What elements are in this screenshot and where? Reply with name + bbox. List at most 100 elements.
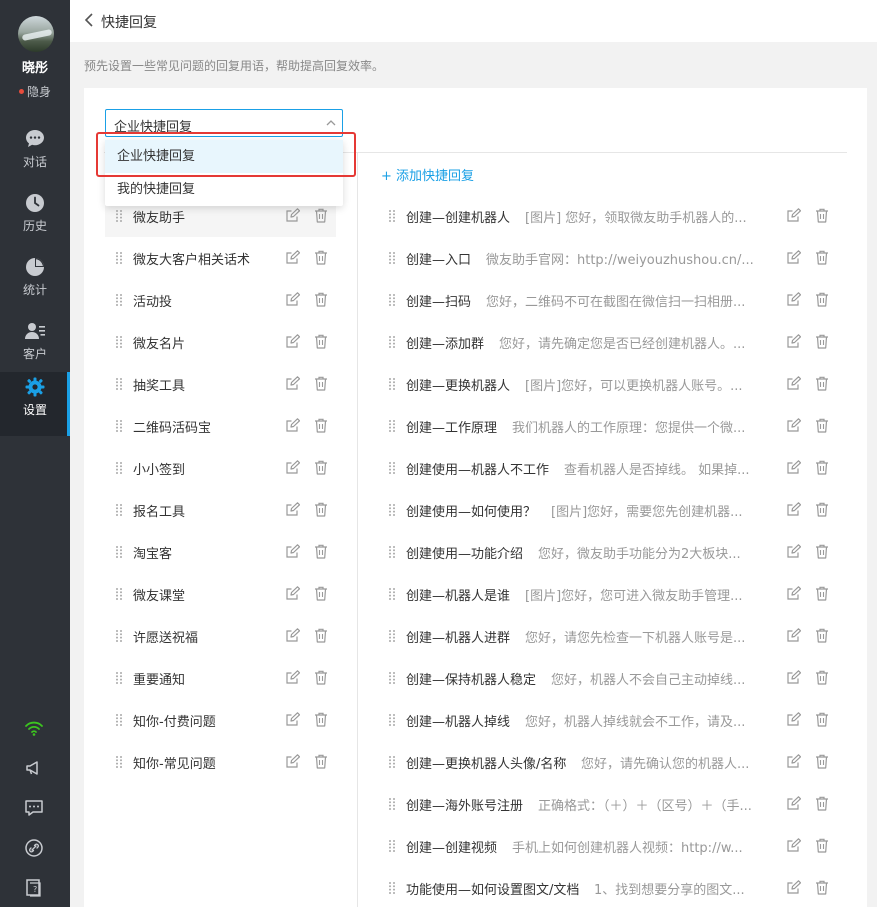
- help-icon[interactable]: ?: [24, 878, 44, 898]
- reply-row[interactable]: 创建—更换机器人头像/名称 您好，请先确认您的机器人...: [378, 741, 848, 783]
- reply-row[interactable]: 创建—扫码 您好，二维码不可在截图在微信扫一扫相册...: [378, 279, 848, 321]
- trash-icon[interactable]: [314, 418, 328, 433]
- trash-icon[interactable]: [314, 544, 328, 559]
- drag-handle-icon[interactable]: [388, 461, 396, 475]
- trash-icon[interactable]: [314, 628, 328, 643]
- nav-item-customers[interactable]: 客户: [0, 316, 70, 380]
- drag-handle-icon[interactable]: [115, 209, 123, 223]
- drag-handle-icon[interactable]: [388, 629, 396, 643]
- edit-icon[interactable]: [285, 502, 301, 517]
- category-row[interactable]: 活动投: [105, 279, 336, 321]
- trash-icon[interactable]: [815, 502, 829, 517]
- reply-row[interactable]: 创建使用—功能介绍 您好，微友助手功能分为2大板块...: [378, 531, 848, 573]
- trash-icon[interactable]: [815, 460, 829, 475]
- edit-icon[interactable]: [786, 250, 802, 265]
- drag-handle-icon[interactable]: [388, 545, 396, 559]
- chevron-left-icon[interactable]: [84, 13, 94, 27]
- edit-icon[interactable]: [786, 586, 802, 601]
- trash-icon[interactable]: [815, 880, 829, 895]
- drag-handle-icon[interactable]: [115, 629, 123, 643]
- trash-icon[interactable]: [815, 544, 829, 559]
- reply-row[interactable]: 创建使用—如何使用？ [图片]您好，需要您先创建机器...: [378, 489, 848, 531]
- edit-icon[interactable]: [786, 880, 802, 895]
- trash-icon[interactable]: [314, 208, 328, 223]
- drag-handle-icon[interactable]: [388, 755, 396, 769]
- drag-handle-icon[interactable]: [115, 587, 123, 601]
- drag-handle-icon[interactable]: [115, 293, 123, 307]
- trash-icon[interactable]: [815, 586, 829, 601]
- edit-icon[interactable]: [786, 838, 802, 853]
- drag-handle-icon[interactable]: [388, 797, 396, 811]
- add-quick-reply-link[interactable]: + 添加快捷回复: [381, 165, 474, 184]
- category-row[interactable]: 微友名片: [105, 321, 336, 363]
- reply-row[interactable]: 创建—机器人进群 您好，请您先检查一下机器人账号是...: [378, 615, 848, 657]
- edit-icon[interactable]: [786, 334, 802, 349]
- reply-row[interactable]: 创建—机器人是谁 [图片]您好，您可进入微友助手管理...: [378, 573, 848, 615]
- edit-icon[interactable]: [786, 544, 802, 559]
- edit-icon[interactable]: [285, 460, 301, 475]
- reply-row[interactable]: 创建—创建视频 手机上如何创建机器人视频：http://w...: [378, 825, 848, 867]
- category-row[interactable]: 重要通知: [105, 657, 336, 699]
- trash-icon[interactable]: [314, 334, 328, 349]
- reply-row[interactable]: 功能使用—如何设置图文/文档 1、找到想要分享的图文...: [378, 867, 848, 907]
- category-row[interactable]: 微友大客户相关话术: [105, 237, 336, 279]
- drag-handle-icon[interactable]: [115, 755, 123, 769]
- edit-icon[interactable]: [786, 502, 802, 517]
- drag-handle-icon[interactable]: [388, 503, 396, 517]
- drag-handle-icon[interactable]: [388, 209, 396, 223]
- edit-icon[interactable]: [285, 754, 301, 769]
- edit-icon[interactable]: [786, 208, 802, 223]
- edit-icon[interactable]: [285, 208, 301, 223]
- dropdown-option-mine[interactable]: 我的快捷回复: [105, 173, 343, 206]
- drag-handle-icon[interactable]: [115, 419, 123, 433]
- edit-icon[interactable]: [285, 250, 301, 265]
- category-row[interactable]: 知你-常见问题: [105, 741, 336, 783]
- trash-icon[interactable]: [314, 754, 328, 769]
- trash-icon[interactable]: [314, 712, 328, 727]
- drag-handle-icon[interactable]: [115, 713, 123, 727]
- megaphone-icon[interactable]: [24, 758, 44, 778]
- reply-row[interactable]: 创建—机器人掉线 您好，机器人掉线就会不工作，请及...: [378, 699, 848, 741]
- trash-icon[interactable]: [815, 418, 829, 433]
- edit-icon[interactable]: [285, 712, 301, 727]
- nav-item-stats[interactable]: 统计: [0, 252, 70, 316]
- dropdown-option-enterprise[interactable]: 企业快捷回复: [105, 140, 343, 173]
- nav-item-settings[interactable]: 设置: [0, 372, 70, 436]
- edit-icon[interactable]: [786, 376, 802, 391]
- nav-item-history[interactable]: 历史: [0, 188, 70, 252]
- edit-icon[interactable]: [285, 670, 301, 685]
- feedback-icon[interactable]: [24, 798, 44, 818]
- trash-icon[interactable]: [815, 670, 829, 685]
- trash-icon[interactable]: [815, 712, 829, 727]
- drag-handle-icon[interactable]: [388, 713, 396, 727]
- edit-icon[interactable]: [285, 544, 301, 559]
- trash-icon[interactable]: [314, 586, 328, 601]
- reply-row[interactable]: 创建—创建机器人 [图片] 您好，领取微友助手机器人的...: [378, 195, 848, 237]
- edit-icon[interactable]: [786, 670, 802, 685]
- trash-icon[interactable]: [815, 334, 829, 349]
- reply-row[interactable]: 创建—添加群 您好，请先确定您是否已经创建机器人。...: [378, 321, 848, 363]
- category-row[interactable]: 淘宝客: [105, 531, 336, 573]
- trash-icon[interactable]: [314, 502, 328, 517]
- drag-handle-icon[interactable]: [115, 335, 123, 349]
- avatar[interactable]: [18, 16, 54, 52]
- reply-row[interactable]: 创建使用—机器人不工作 查看机器人是否掉线。 如果掉...: [378, 447, 848, 489]
- edit-icon[interactable]: [786, 292, 802, 307]
- category-row[interactable]: 知你-付费问题: [105, 699, 336, 741]
- reply-row[interactable]: 创建—入口 微友助手官网：http://weiyouzhushou.cn/...: [378, 237, 848, 279]
- trash-icon[interactable]: [314, 670, 328, 685]
- trash-icon[interactable]: [314, 292, 328, 307]
- drag-handle-icon[interactable]: [388, 251, 396, 265]
- link-icon[interactable]: [24, 838, 44, 858]
- drag-handle-icon[interactable]: [388, 587, 396, 601]
- trash-icon[interactable]: [314, 376, 328, 391]
- category-row[interactable]: 小小签到: [105, 447, 336, 489]
- trash-icon[interactable]: [815, 838, 829, 853]
- drag-handle-icon[interactable]: [388, 335, 396, 349]
- trash-icon[interactable]: [314, 250, 328, 265]
- nav-item-chat[interactable]: 对话: [0, 124, 70, 188]
- drag-handle-icon[interactable]: [388, 419, 396, 433]
- reply-row[interactable]: 创建—海外账号注册 正确格式：（＋）＋（区号）＋（手...: [378, 783, 848, 825]
- trash-icon[interactable]: [815, 208, 829, 223]
- category-row[interactable]: 抽奖工具: [105, 363, 336, 405]
